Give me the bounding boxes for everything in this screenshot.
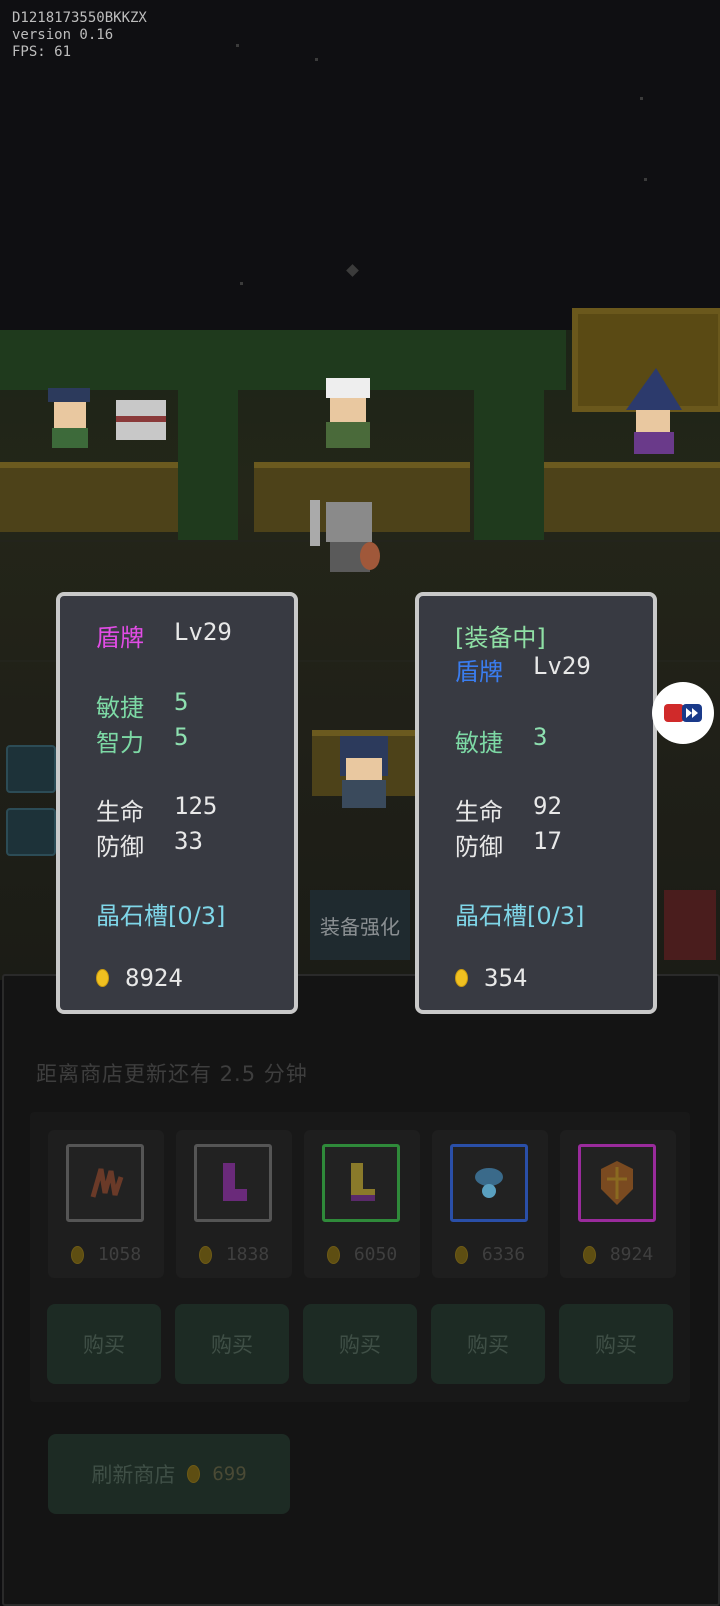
gem-slots: 晶石槽[0/3]: [96, 902, 226, 930]
tab-red[interactable]: [664, 890, 716, 960]
star: [236, 44, 239, 47]
item-price: 1058: [48, 1244, 164, 1265]
item-level: Lv29: [174, 618, 232, 646]
buy-button-1[interactable]: 购买: [47, 1304, 161, 1384]
item-price: 8924: [125, 964, 183, 992]
stat-label: 防御: [455, 833, 503, 861]
speed-toggle-icon: [664, 704, 702, 722]
yellow-boot-icon: [351, 1163, 375, 1201]
item-price: 8924: [560, 1244, 676, 1265]
stat-value: 33: [174, 827, 203, 855]
stat-value: 92: [533, 792, 562, 820]
refresh-shop-button[interactable]: 刷新商店 699: [48, 1434, 290, 1514]
stat-label: 生命: [455, 798, 503, 826]
star: [640, 97, 643, 100]
item-frame: [322, 1144, 400, 1222]
stat-label: 智力: [96, 729, 144, 757]
counter-left: [0, 462, 178, 532]
blue-amulet-icon: [475, 1168, 503, 1198]
blacksmith-sprite: [326, 378, 370, 448]
item-frame: [66, 1144, 144, 1222]
shield-icon: [601, 1161, 633, 1205]
hedge-left: [178, 330, 238, 540]
coin-icon: [454, 1245, 468, 1264]
item-tooltip-shop: 盾牌 Lv29 敏捷 5 智力 5 生命 125 防御 33 晶石槽[0/3] …: [56, 592, 298, 1014]
item-level: Lv29: [533, 652, 591, 680]
fps-text: FPS: 61: [12, 44, 72, 60]
item-price: 6050: [304, 1244, 420, 1265]
claw-icon: [90, 1168, 124, 1198]
item-tooltip-equipped: [装备中] 盾牌 Lv29 敏捷 3 生命 92 防御 17 晶石槽[0/3] …: [415, 592, 657, 1014]
coin-icon: [582, 1245, 596, 1264]
stat-value: 17: [533, 827, 562, 855]
coin-icon: [326, 1245, 340, 1264]
price-value: 6336: [481, 1244, 526, 1265]
buy-button-4[interactable]: 购买: [431, 1304, 545, 1384]
buy-button-2[interactable]: 购买: [175, 1304, 289, 1384]
wizard-sprite: [626, 368, 682, 454]
stat-label: 生命: [96, 798, 144, 826]
item-frame: [450, 1144, 528, 1222]
item-price: 1838: [176, 1244, 292, 1265]
tab-enhance[interactable]: 装备强化: [310, 890, 410, 960]
equipped-tag: [装备中]: [455, 624, 546, 652]
shop-item-5[interactable]: 8924: [560, 1130, 676, 1278]
coin-icon: [198, 1245, 212, 1264]
scroll-side-icon[interactable]: [6, 808, 56, 856]
stat-value: 5: [174, 688, 189, 716]
star: [240, 282, 243, 285]
potion-side-icon[interactable]: [6, 745, 56, 793]
purple-boot-icon: [223, 1163, 247, 1201]
stat-value: 3: [533, 723, 548, 751]
shop-item-3[interactable]: 6050: [304, 1130, 420, 1278]
stat-label: 敏捷: [96, 694, 144, 722]
debug-overlay: D1218173550BKKZX version 0.16 FPS: 61: [12, 10, 147, 61]
device-id: D1218173550BKKZX: [12, 10, 147, 26]
gem-slots: 晶石槽[0/3]: [455, 902, 585, 930]
counter-right: [544, 462, 720, 532]
price-value: 8924: [609, 1244, 654, 1265]
hedge-right: [474, 330, 544, 540]
star: [346, 264, 359, 277]
stat-value: 125: [174, 792, 218, 820]
item-frame: [578, 1144, 656, 1222]
item-price: 354: [484, 964, 528, 992]
stat-label: 防御: [96, 833, 144, 861]
tab-enhance-label: 装备强化: [320, 914, 400, 939]
shop-item-4[interactable]: 6336: [432, 1130, 548, 1278]
stat-value: 5: [174, 723, 189, 751]
star: [315, 58, 318, 61]
item-name: 盾牌: [455, 658, 503, 686]
refresh-price: 699: [212, 1463, 247, 1485]
item-price: 6336: [432, 1244, 548, 1265]
shop-item-1[interactable]: 1058: [48, 1130, 164, 1278]
buy-button-5[interactable]: 购买: [559, 1304, 673, 1384]
coin-icon: [187, 1465, 201, 1483]
item-name: 盾牌: [96, 624, 144, 652]
floating-assist-button[interactable]: [652, 682, 714, 744]
coin-icon: [96, 969, 109, 987]
buy-button-3[interactable]: 购买: [303, 1304, 417, 1384]
price-value: 6050: [353, 1244, 398, 1265]
price-value: 1058: [97, 1244, 142, 1265]
star: [644, 178, 647, 181]
shop-refresh-timer: 距离商店更新还有 2.5 分钟: [36, 1062, 308, 1086]
coin-icon: [455, 969, 468, 987]
price-value: 1838: [225, 1244, 270, 1265]
merchant-sprite: [48, 388, 90, 448]
stat-label: 敏捷: [455, 729, 503, 757]
version-text: version 0.16: [12, 27, 114, 43]
refresh-label: 刷新商店: [91, 1463, 176, 1487]
chest-sprite: [116, 400, 166, 440]
item-frame: [194, 1144, 272, 1222]
player-knight-sprite: [310, 500, 380, 572]
shop-item-2[interactable]: 1838: [176, 1130, 292, 1278]
npc-sprite: [340, 736, 388, 808]
coin-icon: [70, 1245, 84, 1264]
